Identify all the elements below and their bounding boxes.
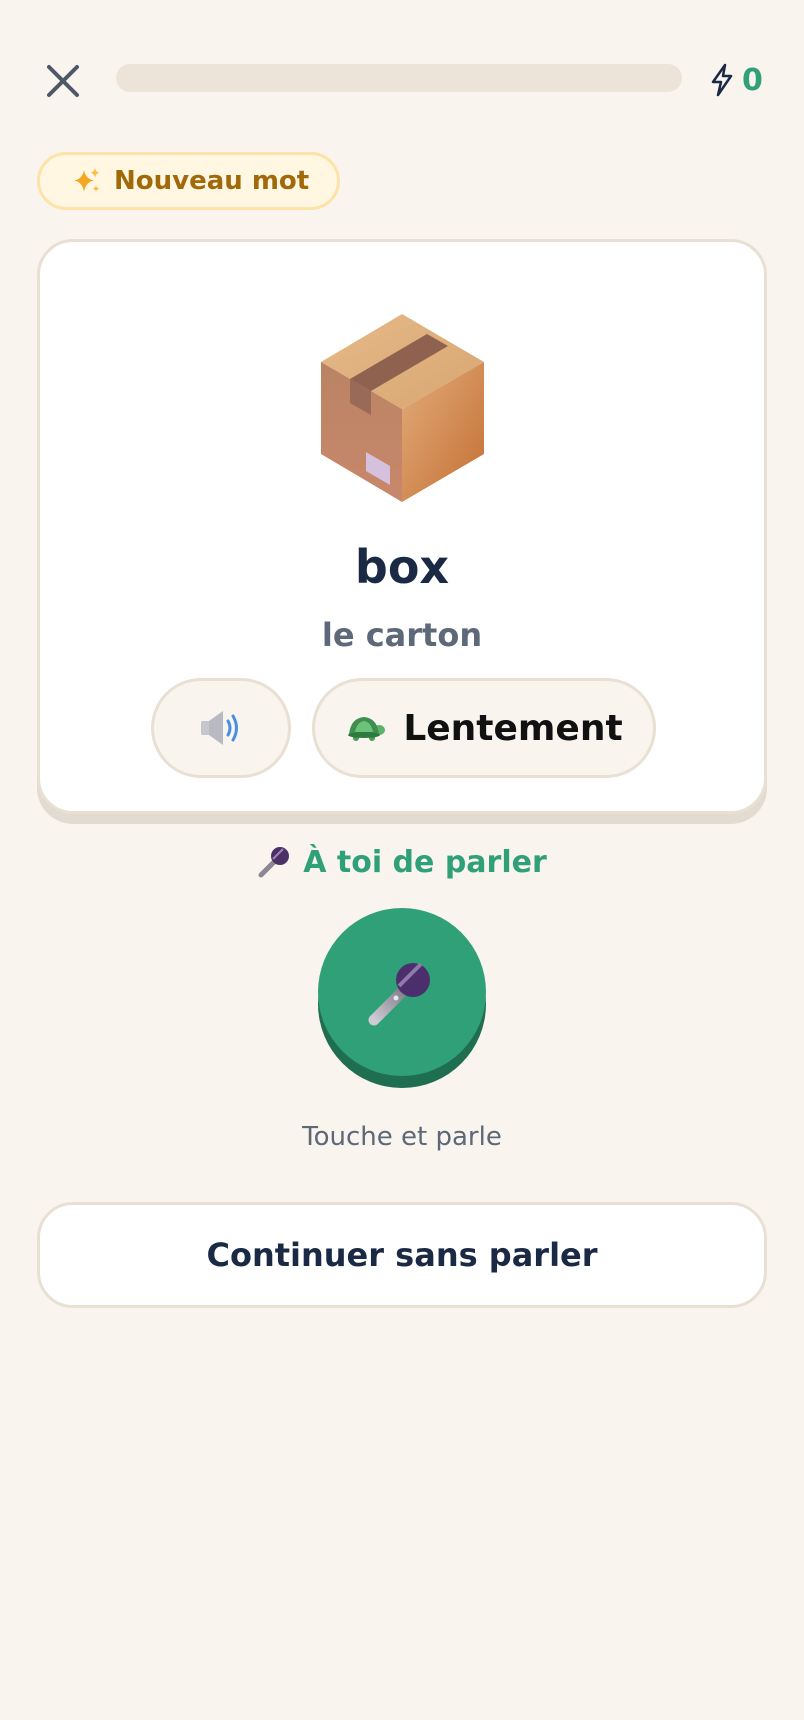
record-button[interactable]: [318, 908, 486, 1088]
sparkles-icon: [74, 168, 100, 192]
lightning-icon: [711, 63, 733, 97]
word-card: box le carton Lentement: [37, 239, 767, 814]
new-word-badge: Nouveau mot: [37, 152, 341, 210]
word-translation: le carton: [321, 616, 483, 654]
slow-audio-button[interactable]: Lentement: [312, 678, 656, 778]
play-audio-button[interactable]: [151, 678, 291, 778]
lesson-progress-bar: [116, 64, 682, 92]
xp-count: 0: [742, 62, 763, 98]
speaker-icon: [201, 711, 238, 745]
speak-prompt: À toi de parler: [0, 842, 804, 882]
microphone-icon: [258, 847, 290, 878]
xp-counter: 0: [710, 60, 763, 100]
package-box-icon: [321, 314, 484, 502]
target-word: box: [354, 540, 450, 594]
slow-audio-label: Lentement: [403, 707, 623, 749]
continue-label: Continuer sans parler: [206, 1236, 598, 1274]
record-hint: Touche et parle: [302, 1122, 502, 1152]
close-button[interactable]: [38, 56, 88, 106]
turtle-icon: [348, 717, 386, 741]
speak-prompt-label: À toi de parler: [303, 844, 547, 880]
continue-without-speaking-button[interactable]: Continuer sans parler: [37, 1202, 767, 1308]
badge-label: Nouveau mot: [114, 166, 310, 196]
microphone-icon: [368, 962, 430, 1026]
close-icon: [47, 65, 79, 97]
